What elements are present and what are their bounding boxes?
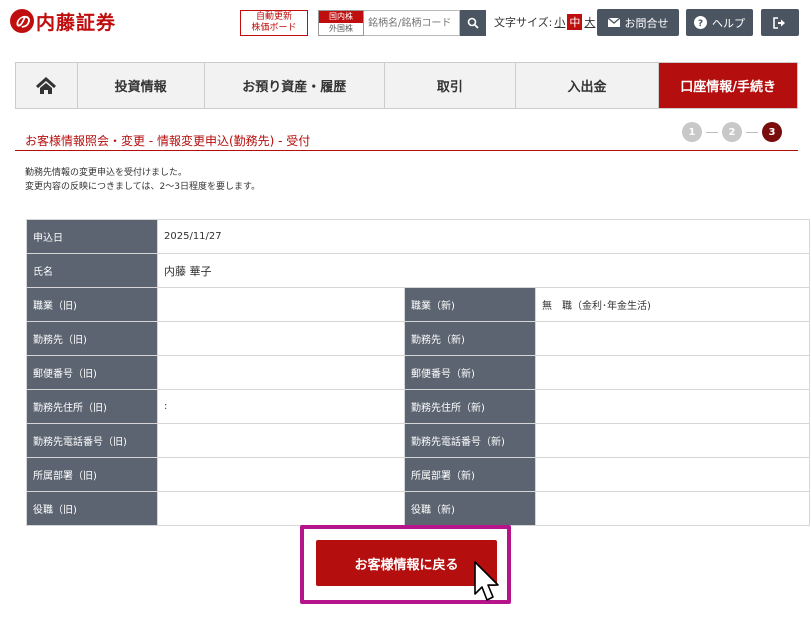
market-select[interactable]: 国内株 外国株 — [318, 10, 364, 36]
table-row: 所属部署（旧) 所属部署（新) — [26, 457, 810, 492]
main-nav: 投資情報 お預り資産・履歴 取引 入出金 口座情報/手続き — [15, 62, 798, 109]
font-size-label: 文字サイズ: — [494, 16, 553, 29]
search-input[interactable] — [364, 10, 460, 36]
table-row: 勤務先住所（旧) : 勤務先住所（新) — [26, 389, 810, 424]
header: の 内藤証券 自動更新 株価ボード 国内株 外国株 文字サイズ: 小 中 大 お… — [0, 0, 811, 45]
new-label: 勤務先（新) — [404, 321, 536, 356]
old-value — [157, 491, 405, 526]
step-separator — [706, 131, 718, 133]
help-icon: ? — [694, 16, 707, 29]
stock-board-button[interactable]: 自動更新 株価ボード — [240, 10, 308, 36]
step-separator — [746, 131, 758, 133]
old-label: 勤務先住所（旧) — [26, 389, 158, 424]
old-label: 職業（旧) — [26, 287, 158, 322]
help-label: ヘルプ — [712, 16, 745, 30]
market-domestic-option[interactable]: 国内株 — [319, 11, 363, 23]
completion-message: 勤務先情報の変更申込を受付けました。 変更内容の反映につきましては、2〜3日程度… — [25, 166, 260, 194]
new-value — [535, 389, 810, 424]
page-title: お客様情報照会・変更 - 情報変更申込(勤務先) - 受付 — [25, 134, 311, 148]
new-value: 無 職（金利･年金生活) — [535, 287, 810, 322]
font-size-control: 文字サイズ: 小 中 大 — [494, 14, 595, 30]
nav-assets-history[interactable]: お預り資産・履歴 — [205, 63, 386, 108]
old-label: 郵便番号（旧) — [26, 355, 158, 390]
step-3-active: 3 — [762, 122, 782, 142]
font-size-medium[interactable]: 中 — [567, 14, 583, 30]
old-value — [157, 457, 405, 492]
new-value — [535, 423, 810, 458]
old-label: 勤務先電話番号（旧) — [26, 423, 158, 458]
old-label: 役職（旧) — [26, 491, 158, 526]
apply-date-label: 申込日 — [26, 219, 158, 254]
help-button[interactable]: ? ヘルプ — [686, 9, 753, 36]
table-row: 氏名 内藤 華子 — [26, 253, 810, 288]
market-foreign-option[interactable]: 外国株 — [319, 23, 363, 35]
new-value — [535, 457, 810, 492]
logo-text: 内藤証券 — [36, 11, 117, 34]
table-row: 勤務先（旧) 勤務先（新) — [26, 321, 810, 356]
name-label: 氏名 — [26, 253, 158, 288]
old-value — [157, 423, 405, 458]
nav-account-procedures[interactable]: 口座情報/手続き — [659, 63, 797, 108]
back-to-customer-info-button[interactable]: お客様情報に戻る — [316, 540, 497, 586]
apply-date-value: 2025/11/27 — [157, 219, 810, 254]
old-value: : — [157, 389, 405, 424]
message-line-2: 変更内容の反映につきましては、2〜3日程度を要します。 — [25, 182, 261, 192]
mail-icon — [607, 18, 620, 27]
new-label: 勤務先電話番号（新) — [404, 423, 536, 458]
logout-icon — [773, 16, 785, 29]
contact-label: お問合せ — [624, 16, 669, 30]
old-label: 所属部署（旧) — [26, 457, 158, 492]
info-table: 申込日 2025/11/27 氏名 内藤 華子 職業（旧) 職業（新) 無 職（… — [26, 219, 810, 526]
board-label-2: 株価ボード — [251, 23, 297, 33]
table-row: 職業（旧) 職業（新) 無 職（金利･年金生活) — [26, 287, 810, 322]
new-label: 所属部署（新) — [404, 457, 536, 492]
message-line-1: 勤務先情報の変更申込を受付けました。 — [25, 168, 188, 178]
search-icon — [467, 17, 479, 29]
home-icon — [36, 76, 57, 94]
progress-steps: 1 2 3 — [682, 122, 782, 142]
title-divider — [15, 150, 798, 151]
new-label: 勤務先住所（新) — [404, 389, 536, 424]
new-label: 職業（新) — [404, 287, 536, 322]
table-row: 役職（旧) 役職（新) — [26, 491, 810, 526]
table-row: 郵便番号（旧) 郵便番号（新) — [26, 355, 810, 390]
old-value — [157, 355, 405, 390]
search-button[interactable] — [460, 10, 486, 36]
new-value — [535, 491, 810, 526]
new-label: 郵便番号（新) — [404, 355, 536, 390]
new-label: 役職（新) — [404, 491, 536, 526]
table-row: 申込日 2025/11/27 — [26, 219, 810, 254]
logo[interactable]: の 内藤証券 — [10, 8, 116, 34]
board-label-1: 自動更新 — [255, 12, 292, 22]
old-value — [157, 321, 405, 356]
font-size-large[interactable]: 大 — [584, 14, 595, 30]
nav-home[interactable] — [16, 63, 78, 108]
table-row: 勤務先電話番号（旧) 勤務先電話番号（新) — [26, 423, 810, 458]
step-2: 2 — [722, 122, 742, 142]
nav-investment-info[interactable]: 投資情報 — [78, 63, 205, 108]
new-value — [535, 321, 810, 356]
old-label: 勤務先（旧) — [26, 321, 158, 356]
nav-deposit-withdrawal[interactable]: 入出金 — [516, 63, 660, 108]
font-size-small[interactable]: 小 — [554, 14, 565, 30]
logo-mark-icon: の — [10, 9, 34, 33]
mouse-cursor-icon — [474, 561, 499, 601]
svg-text:?: ? — [698, 19, 703, 29]
contact-button[interactable]: お問合せ — [597, 9, 679, 36]
nav-trade[interactable]: 取引 — [385, 63, 516, 108]
step-1: 1 — [682, 122, 702, 142]
name-value: 内藤 華子 — [157, 253, 810, 288]
old-value — [157, 287, 405, 322]
logout-button[interactable] — [761, 9, 799, 36]
new-value — [535, 355, 810, 390]
